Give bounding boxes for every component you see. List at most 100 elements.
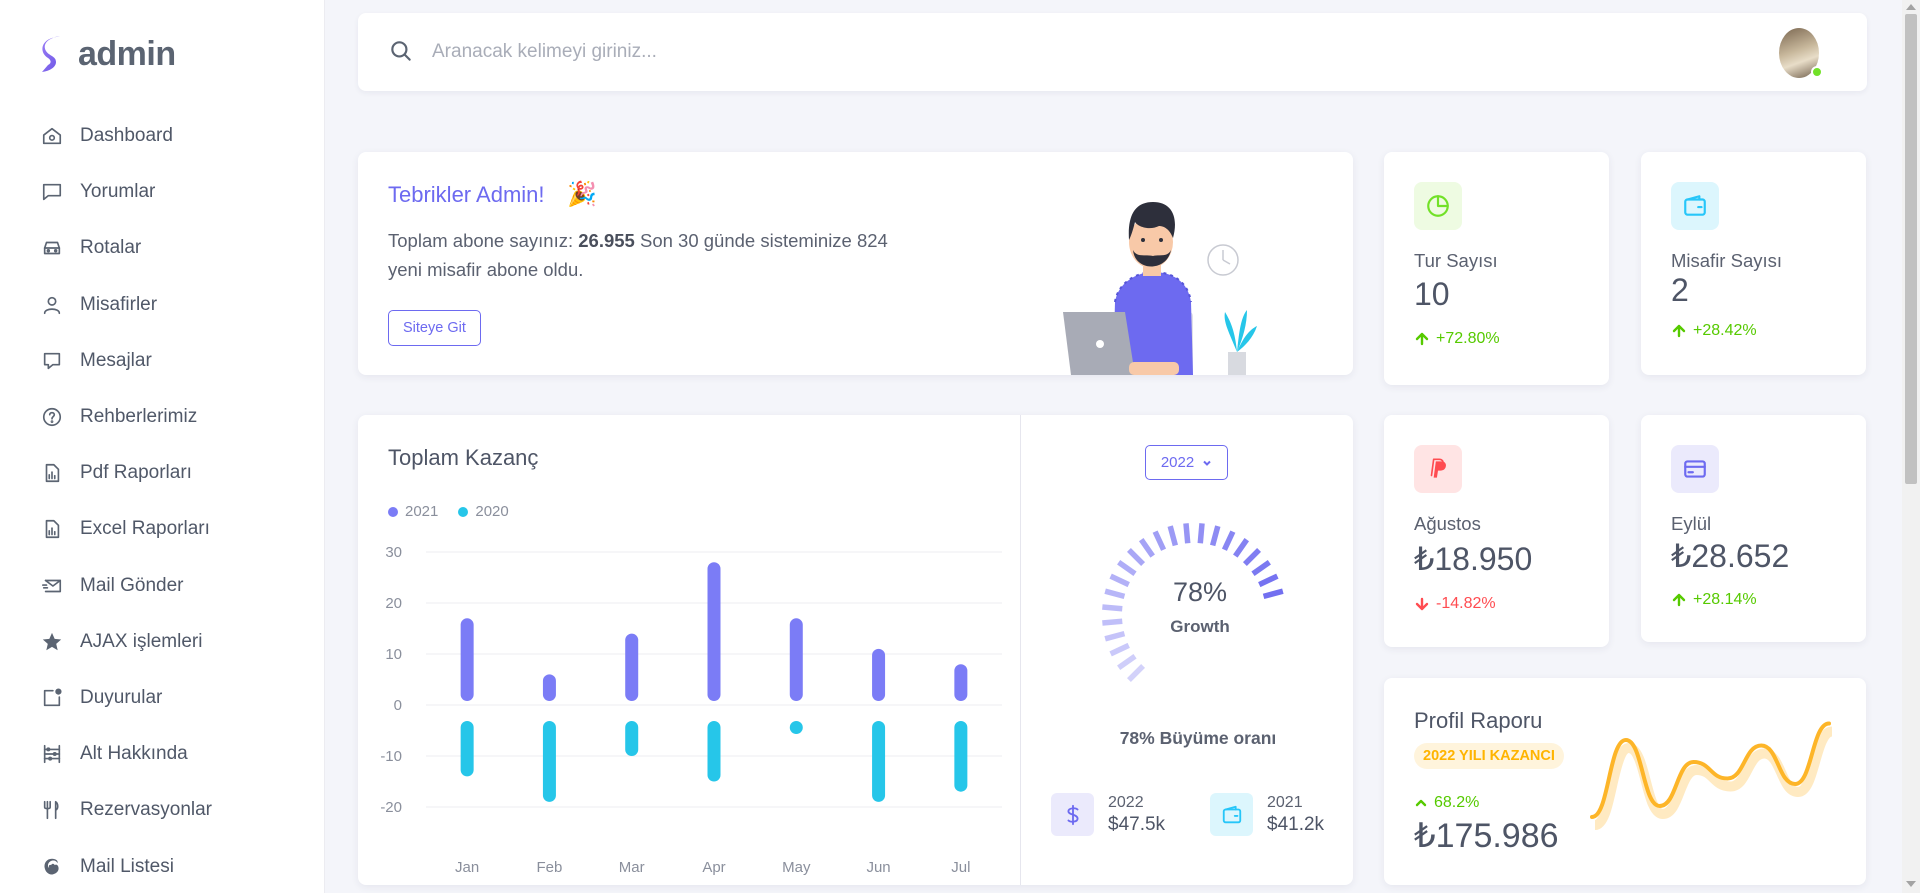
sidebar-item-mail-gonder[interactable]: Mail Gönder: [40, 558, 212, 614]
sidebar-item-alt-hakkinda[interactable]: Alt Hakkında: [40, 726, 212, 782]
card-divider: [1020, 415, 1021, 885]
gauge-tick: [1209, 525, 1221, 547]
avatar[interactable]: [1779, 28, 1823, 78]
stat-label: Misafir Sayısı: [1671, 250, 1783, 271]
bar-2021[interactable]: [625, 633, 639, 701]
sidebar-item-misafirler[interactable]: Misafirler: [40, 277, 212, 333]
sparkline-line: [1590, 721, 1831, 819]
wallet-icon: [1671, 182, 1719, 230]
sidebar-item-mail-listesi[interactable]: Mail Listesi: [40, 838, 212, 893]
revenue-title: Toplam Kazanç: [388, 445, 539, 470]
bar-2021[interactable]: [460, 618, 474, 701]
bar-2020[interactable]: [872, 721, 886, 802]
sidebar-item-label: Misafirler: [80, 293, 158, 315]
gauge-tick: [1127, 548, 1146, 567]
bar-2020[interactable]: [789, 721, 803, 734]
bar-2021[interactable]: [707, 562, 721, 701]
logo[interactable]: admin: [38, 34, 176, 74]
chevron-down-icon: [1203, 460, 1211, 466]
bar-2021[interactable]: [789, 618, 803, 701]
brand-name: admin: [78, 34, 176, 73]
bar-2020[interactable]: [625, 721, 639, 756]
sidebar-item-excel-raporlari[interactable]: Excel Raporları: [40, 501, 212, 557]
sidebar-item-rotalar[interactable]: Rotalar: [40, 220, 212, 276]
stat-change-value: +72.80%: [1436, 330, 1500, 347]
subscriber-count: 26.955: [578, 230, 635, 251]
notification-icon: [40, 686, 64, 710]
gauge-tick: [1138, 538, 1155, 558]
sidebar-item-label: AJAX işlemleri: [80, 630, 203, 652]
scroll-down-icon[interactable]: [1906, 881, 1916, 887]
chevron-up-icon: [1415, 799, 1427, 807]
bar-2020[interactable]: [954, 721, 968, 792]
online-status-dot: [1811, 66, 1823, 78]
sidebar-item-label: Excel Raporları: [80, 518, 210, 540]
sidebar-item-rehberlerimiz[interactable]: Rehberlerimiz: [40, 389, 212, 445]
user-icon: [40, 293, 64, 317]
year-select[interactable]: 2022: [1145, 445, 1228, 480]
gauge-tick: [1183, 523, 1191, 544]
scrollbar[interactable]: [1902, 0, 1920, 893]
sidebar-item-label: Alt Hakkında: [80, 743, 188, 765]
profile-title: Profil Raporu: [1414, 708, 1543, 733]
stat-label: Ağustos: [1414, 513, 1481, 534]
sidebar-item-pdf-raporlari[interactable]: Pdf Raporları: [40, 445, 212, 501]
arrow-down-icon: [1415, 597, 1429, 611]
pie-chart-icon: [1414, 182, 1462, 230]
bar-2021[interactable]: [872, 648, 886, 701]
stat-change: +28.14%: [1671, 591, 1757, 609]
go-to-site-button[interactable]: Siteye Git: [388, 310, 481, 346]
sidebar-item-dashboard[interactable]: Dashboard: [40, 108, 212, 164]
sidebar-menu: Dashboard Yorumlar Rotalar Misafirler Me…: [40, 108, 212, 893]
cutlery-icon: [40, 798, 64, 822]
sidebar-item-label: Yorumlar: [80, 181, 156, 203]
file-chart-icon: [40, 517, 64, 541]
mini-stat-value: $41.2k: [1267, 813, 1325, 835]
scrollbar-thumb[interactable]: [1905, 14, 1917, 484]
x-tick-label: Jan: [455, 859, 479, 876]
search-icon[interactable]: [388, 38, 414, 64]
gauge-tick: [1221, 530, 1236, 551]
stat-change: +28.42%: [1671, 322, 1757, 340]
gauge-tick: [1251, 559, 1271, 576]
y-tick-label: 30: [385, 544, 402, 561]
mini-stat-2022: 2022 $47.5k: [1051, 793, 1165, 836]
sidebar-item-ajax-islemleri[interactable]: AJAX işlemleri: [40, 614, 212, 670]
bar-2020[interactable]: [707, 721, 721, 782]
search-input[interactable]: [432, 37, 1332, 67]
legend-item[interactable]: 2021: [388, 503, 438, 520]
dollar-icon: [1051, 793, 1094, 836]
scroll-up-icon[interactable]: [1906, 4, 1916, 10]
stat-value: ₺18.950: [1414, 541, 1533, 577]
sidebar-item-duyurular[interactable]: Duyurular: [40, 670, 212, 726]
logo-icon: [42, 36, 60, 72]
x-tick-label: Feb: [536, 859, 562, 876]
x-tick-label: Jul: [951, 859, 970, 876]
sidebar-item-rezervasyonlar[interactable]: Rezervasyonlar: [40, 782, 212, 838]
top-bar: [358, 13, 1867, 91]
legend-swatch: [458, 506, 469, 517]
y-tick-label: -10: [380, 748, 402, 765]
sidebar-item-yorumlar[interactable]: Yorumlar: [40, 164, 212, 220]
gauge-tick: [1242, 548, 1261, 567]
sidebar-item-mesajlar[interactable]: Mesajlar: [40, 333, 212, 389]
x-tick-label: Mar: [619, 859, 645, 876]
sidebar-item-label: Mail Gönder: [80, 574, 184, 596]
bar-2021[interactable]: [954, 664, 968, 701]
sidebar-item-label: Rezervasyonlar: [80, 799, 212, 821]
bar-2021[interactable]: [542, 674, 556, 701]
bar-2020[interactable]: [460, 721, 474, 777]
stat-change-value: +28.14%: [1693, 591, 1757, 608]
legend-label: 2021: [405, 503, 439, 520]
sparkline-shadow: [1593, 726, 1834, 830]
chart-legend: 2021 2020: [388, 503, 509, 520]
revenue-card: Toplam Kazanç 2021 2020 30 20 10 0 -10 -20 Jan…: [358, 415, 1353, 885]
congrats-card: Tebrikler Admin! 🎉 Toplam abone sayınız:…: [358, 152, 1353, 375]
bar-2020[interactable]: [542, 721, 556, 802]
legend-item[interactable]: 2020: [458, 503, 509, 520]
illustration-person-laptop: [1063, 202, 1257, 375]
growth-rate-text: 78% Büyüme oranı: [1119, 728, 1277, 748]
mail-send-icon: [40, 574, 64, 598]
gauge-tick: [1117, 559, 1137, 576]
profile-sparkline: [1590, 721, 1834, 830]
